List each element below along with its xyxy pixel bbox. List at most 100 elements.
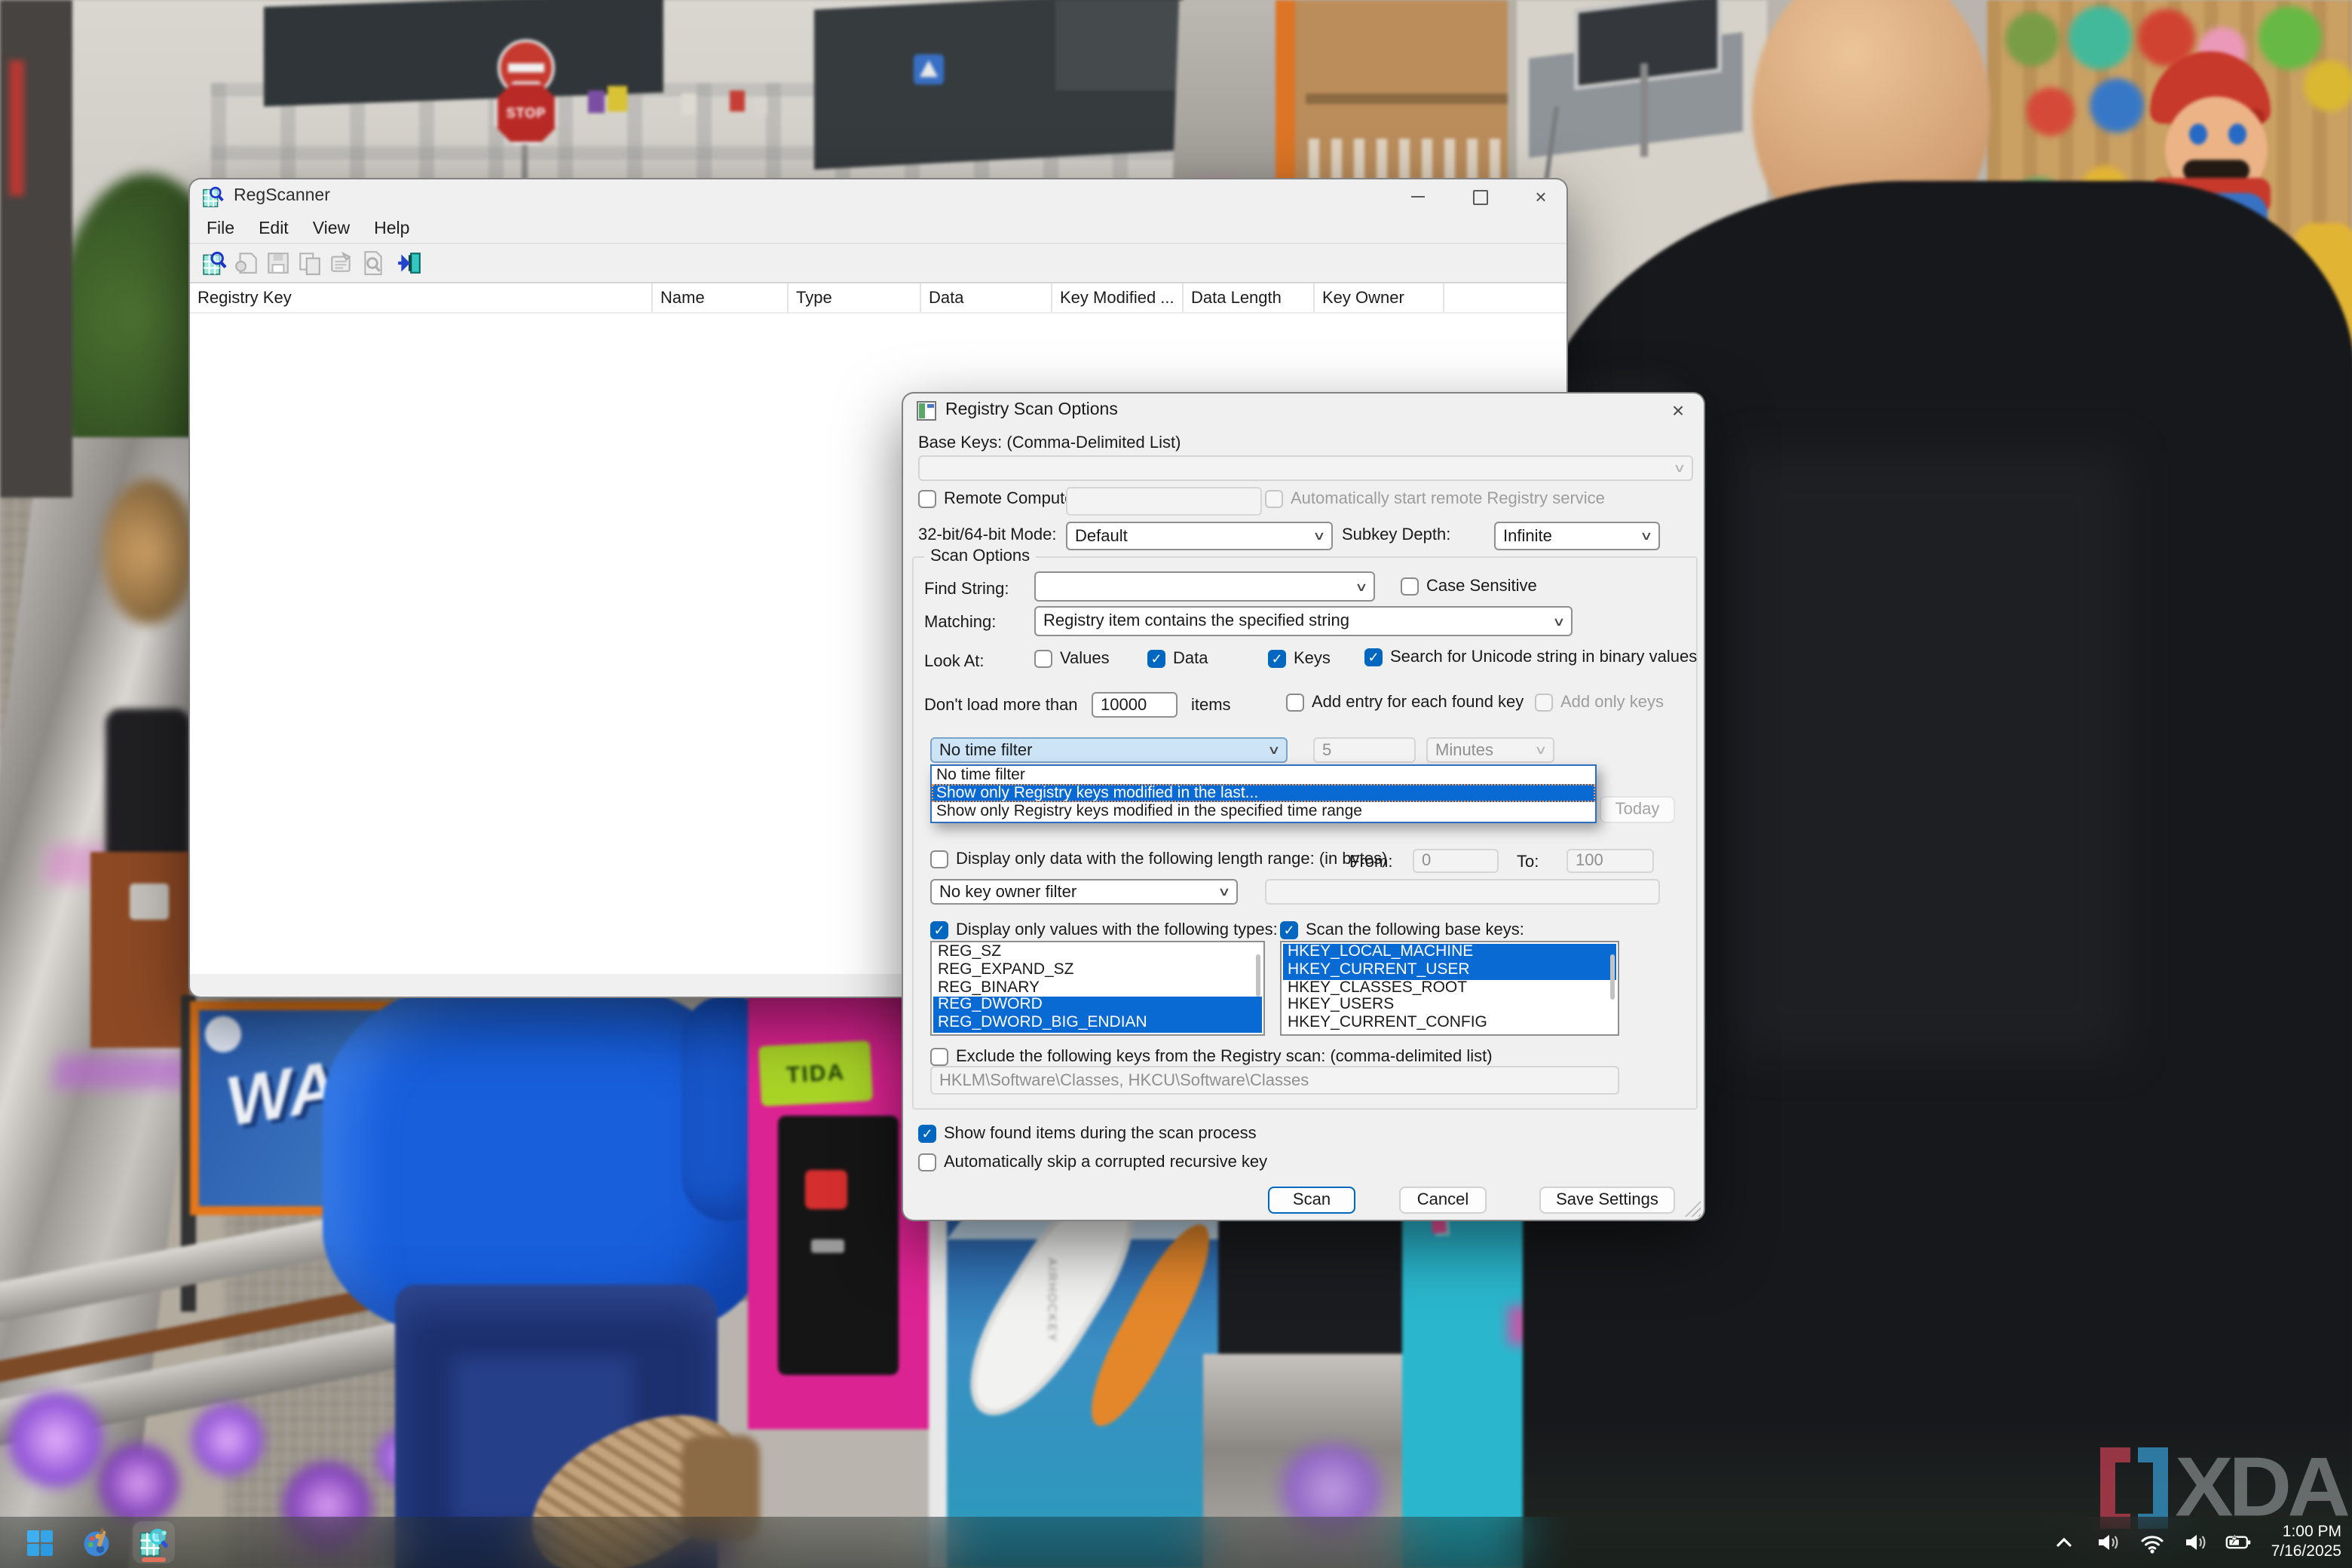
column-key-modified[interactable]: Key Modified ... — [1052, 283, 1184, 312]
list-item[interactable]: HKEY_CURRENT_CONFIG — [1283, 1015, 1616, 1033]
regscanner-title: RegScanner — [234, 187, 330, 205]
resize-grip[interactable] — [1684, 1200, 1701, 1217]
list-item-selected[interactable]: HKEY_CURRENT_USER — [1283, 962, 1616, 980]
list-item[interactable]: REG_EXPAND_SZ — [933, 962, 1262, 980]
key-owner-field[interactable] — [1265, 879, 1660, 905]
from-label: From: — [1349, 853, 1392, 871]
battery-icon[interactable] — [2225, 1529, 2252, 1556]
tray-chevron-icon[interactable] — [2050, 1529, 2078, 1556]
screen: STOP — [0, 0, 2352, 1568]
max-items-field[interactable]: 10000 — [1092, 692, 1178, 718]
list-item[interactable]: REG_BINARY — [933, 979, 1262, 997]
from-field[interactable]: 0 — [1413, 849, 1499, 873]
dropdown-option[interactable]: No time filter — [932, 766, 1595, 784]
to-label: To: — [1517, 853, 1539, 871]
ride-sticker: TIDA — [758, 1040, 873, 1107]
close-button[interactable]: × — [1517, 182, 1565, 211]
unicode-search-checkbox[interactable]: ✓Search for Unicode string in binary val… — [1364, 648, 1697, 666]
regscanner-taskbar-button[interactable] — [133, 1521, 175, 1563]
properties-icon[interactable] — [329, 250, 354, 276]
menu-view[interactable]: View — [301, 213, 362, 243]
add-entry-checkbox[interactable]: ✓Add entry for each found key — [1286, 694, 1524, 712]
case-sensitive-checkbox[interactable]: ✓Case Sensitive — [1401, 577, 1537, 596]
menu-file[interactable]: File — [194, 213, 247, 243]
column-data[interactable]: Data — [921, 283, 1052, 312]
list-item[interactable]: HKEY_CLASSES_ROOT — [1283, 979, 1616, 997]
regscanner-titlebar[interactable]: RegScanner × — [190, 179, 1566, 214]
display-types-checkbox[interactable]: ✓Display only values with the following … — [930, 921, 1278, 939]
mode-combo[interactable]: Default∨ — [1066, 522, 1333, 550]
data-checkbox[interactable]: ✓Data — [1147, 650, 1208, 668]
values-checkbox[interactable]: ✓Values — [1034, 650, 1110, 668]
tray-app-volume-icon[interactable] — [2094, 1529, 2121, 1556]
find-string-combo[interactable]: ∨ — [1034, 571, 1375, 602]
column-registry-key[interactable]: Registry Key — [190, 283, 653, 312]
copy-icon[interactable] — [297, 250, 323, 276]
time-filter-combo[interactable]: No time filter∨ — [930, 737, 1288, 763]
dropdown-option[interactable]: Show only Registry keys modified in the … — [932, 803, 1595, 821]
scrollbar-thumb[interactable] — [1610, 954, 1615, 1000]
scrollbar-thumb[interactable] — [1256, 954, 1260, 997]
open-icon[interactable] — [234, 250, 259, 276]
paint-palette-icon — [81, 1527, 112, 1558]
keys-checkbox[interactable]: ✓Keys — [1268, 650, 1331, 668]
column-header-row: Registry Key Name Type Data Key Modified… — [190, 283, 1566, 314]
skip-corrupted-checkbox[interactable]: ✓Automatically skip a corrupted recursiv… — [918, 1153, 1267, 1171]
active-app-indicator — [142, 1557, 166, 1562]
paint-app-button[interactable] — [75, 1521, 118, 1563]
dialog-close-button[interactable]: × — [1657, 397, 1699, 425]
wifi-icon[interactable] — [2138, 1529, 2165, 1556]
remote-computer-checkbox[interactable]: ✓Remote Computer: — [918, 490, 1084, 508]
base-keys-combo[interactable]: ∨ — [918, 455, 1693, 481]
today-button[interactable]: Today — [1600, 796, 1675, 823]
save-settings-button[interactable]: Save Settings — [1539, 1187, 1675, 1214]
find-doc-icon[interactable] — [360, 250, 386, 276]
exit-icon[interactable] — [397, 250, 422, 276]
dont-load-label: Don't load more than — [924, 697, 1078, 715]
menu-help[interactable]: Help — [362, 213, 421, 243]
list-item-selected[interactable]: HKEY_LOCAL_MACHINE — [1283, 944, 1616, 962]
exclude-keys-checkbox[interactable]: ✓Exclude the following keys from the Reg… — [930, 1048, 1493, 1066]
column-type[interactable]: Type — [789, 283, 921, 312]
taskbar-clock[interactable]: 1:00 PM 7/16/2025 — [2271, 1523, 2341, 1562]
start-button[interactable] — [18, 1521, 60, 1563]
column-name[interactable]: Name — [653, 283, 789, 312]
column-data-length[interactable]: Data Length — [1184, 283, 1315, 312]
list-item[interactable]: HKEY_USERS — [1283, 997, 1616, 1015]
matching-combo[interactable]: Registry item contains the specified str… — [1034, 606, 1573, 636]
length-range-checkbox[interactable]: ✓Display only data with the following le… — [930, 850, 1387, 868]
show-found-items-checkbox[interactable]: ✓Show found items during the scan proces… — [918, 1125, 1257, 1143]
dropdown-option-selected[interactable]: Show only Registry keys modified in the … — [932, 784, 1595, 802]
subkey-depth-combo[interactable]: Infinite∨ — [1494, 522, 1660, 550]
time-unit-combo[interactable]: Minutes∨ — [1426, 737, 1554, 763]
items-label: items — [1191, 697, 1231, 715]
auto-remote-checkbox[interactable]: ✓Automatically start remote Registry ser… — [1265, 490, 1605, 508]
list-item[interactable]: REG_SZ — [933, 944, 1262, 962]
time-filter-dropdown: No time filter Show only Registry keys m… — [930, 764, 1597, 822]
scan-icon[interactable] — [202, 250, 228, 276]
save-icon[interactable] — [265, 250, 291, 276]
minimize-button[interactable] — [1393, 182, 1441, 211]
list-item-selected[interactable]: REG_DWORD_BIG_ENDIAN — [933, 1015, 1262, 1033]
exclude-keys-field[interactable]: HKLM\Software\Classes, HKCU\Software\Cla… — [930, 1066, 1619, 1095]
list-item-selected[interactable]: REG_DWORD — [933, 997, 1262, 1015]
scan-button[interactable]: Scan — [1268, 1187, 1355, 1214]
windows-logo-icon — [25, 1528, 54, 1557]
base-keys-label: Base Keys: (Comma-Delimited List) — [918, 434, 1181, 452]
volume-icon[interactable] — [2182, 1529, 2209, 1556]
key-owner-filter-combo[interactable]: No key owner filter∨ — [930, 879, 1238, 905]
add-only-keys-checkbox[interactable]: ✓Add only keys — [1535, 694, 1664, 712]
base-keys-listbox[interactable]: HKEY_LOCAL_MACHINE HKEY_CURRENT_USER HKE… — [1280, 941, 1619, 1036]
cancel-button[interactable]: Cancel — [1399, 1187, 1487, 1214]
menu-edit[interactable]: Edit — [247, 213, 301, 243]
time-amount-field[interactable]: 5 — [1313, 737, 1416, 763]
dialog-titlebar[interactable]: Registry Scan Options × — [903, 394, 1704, 428]
scan-base-keys-checkbox[interactable]: ✓Scan the following base keys: — [1280, 921, 1524, 939]
dialog-icon — [917, 401, 936, 421]
maximize-button[interactable] — [1456, 182, 1505, 211]
to-field[interactable]: 100 — [1566, 849, 1654, 873]
value-types-listbox[interactable]: REG_SZ REG_EXPAND_SZ REG_BINARY REG_DWOR… — [930, 941, 1265, 1036]
column-key-owner[interactable]: Key Owner — [1315, 283, 1444, 312]
regscanner-task-icon — [139, 1527, 169, 1557]
remote-computer-field[interactable] — [1066, 487, 1262, 516]
